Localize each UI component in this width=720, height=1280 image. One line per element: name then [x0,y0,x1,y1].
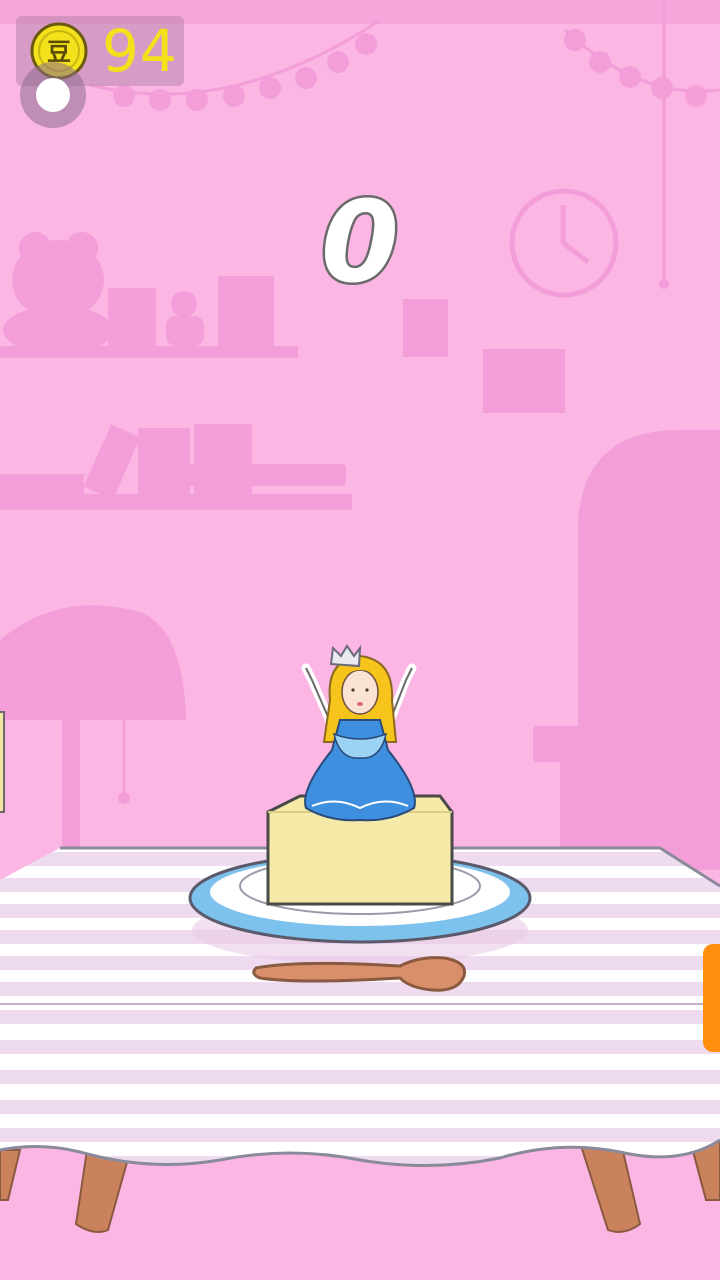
side-panel-tab[interactable] [703,944,720,1052]
score-display: 0 [319,176,402,311]
pause-button[interactable] [20,62,86,128]
coin-count: 94 [102,17,178,85]
pause-dot-icon [36,78,70,112]
game-scene[interactable]: 豆 94 0 [0,0,720,1280]
left-edge-block [0,711,5,813]
